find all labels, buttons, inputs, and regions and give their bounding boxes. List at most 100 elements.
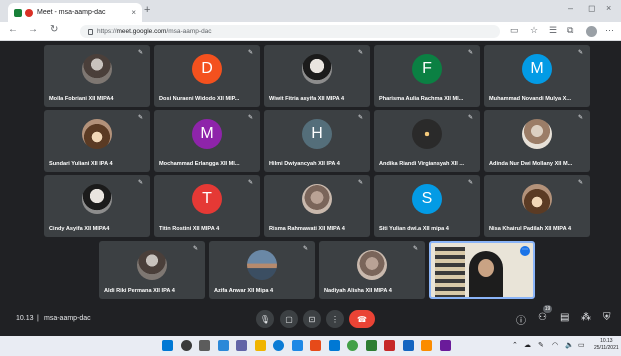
file-explorer-icon[interactable] [255,340,266,351]
participant-photo [357,250,387,280]
powerpoint-icon[interactable] [384,340,395,351]
widgets-icon[interactable] [218,340,229,351]
participant-avatar: M [522,54,552,84]
mic-muted-icon: ✎ [192,246,199,252]
participant-tile[interactable]: S ✎ Siti Yulian dwi.a XII mipa 4 [374,175,480,237]
end-call-button[interactable]: ☎ [349,310,375,328]
forward-arrow-icon[interactable]: → [28,24,38,35]
lock-icon [88,28,93,35]
participant-photo [302,54,332,84]
participant-photo [522,119,552,149]
mic-muted-icon: ✎ [357,50,364,56]
bookshelf-background [435,247,465,297]
participant-tile[interactable]: ✎ Azifa Anwar XII Mipa 4 [209,241,315,299]
onedrive-icon[interactable]: ☁ [524,341,531,349]
present-screen-button[interactable]: ⊡ [303,310,321,328]
clock-time: 10.13 [600,338,613,344]
chat-icon[interactable]: ▤ [560,312,569,323]
participant-tile[interactable]: H ✎ Hilmi Dwiyancyah XII IPA 4 [264,110,370,172]
app-icon[interactable] [421,340,432,351]
mic-muted-icon: ✎ [467,115,474,121]
participant-tile[interactable]: M ✎ Mochammad Erlangga XII MI... [154,110,260,172]
search-icon[interactable] [181,340,192,351]
task-view-icon[interactable] [199,340,210,351]
system-clock[interactable]: 10.13 25/11/2021 [594,338,619,352]
participant-name: Hilmi Dwiyancyah XII IPA 4 [269,161,340,167]
participant-tile[interactable]: M ✎ Muhammad Novandi Mulya X... [484,45,590,107]
camera-button[interactable]: ▢ [280,310,298,328]
participant-tile[interactable]: ✎ Andika Riandi Virgiansyah XII ... [374,110,480,172]
tab-close-icon[interactable]: × [131,8,136,17]
more-options-icon[interactable]: ⋯ [520,246,530,256]
battery-icon[interactable]: ▭ [578,341,585,349]
host-controls-icon[interactable]: ⛨ [603,312,611,323]
participant-tile[interactable]: ✎ Nadiyah Alisha XII MIPA 4 [319,241,425,299]
meeting-controls-bar: 10.13 | msa-aamp-dac 🎙 ▢ ⊡ ⋮ ☎ ⓘ 19 ⚇ ▤ … [0,303,621,336]
browser-toolbar: ← → ↻ https:// meet.google.com /msa-aamp… [0,22,621,41]
participant-name: Sundari Yuliani XII IPA 4 [49,161,113,167]
mic-muted-icon: ✎ [577,180,584,186]
participant-name: Azifa Anwar XII Mipa 4 [214,288,274,294]
more-menu-icon[interactable]: ⋯ [605,25,614,36]
wifi-icon[interactable]: ◠ [552,341,558,349]
activities-icon[interactable]: ⁂ [581,312,591,323]
participant-tile[interactable]: ✎ Risma Rahmawati XII MIPA 4 [264,175,370,237]
minimize-button[interactable]: – [568,3,573,13]
app-icon-2[interactable] [440,340,451,351]
pen-icon[interactable]: ✎ [538,341,544,349]
people-icon[interactable]: ⚇ [538,312,547,323]
mic-muted-icon: ✎ [467,50,474,56]
participant-name: Cindy Asyifa XII MIPA4 [49,226,110,232]
self-view-tile[interactable]: ⋯ [429,241,535,299]
participant-tile[interactable]: ✎ Molla Fobriani XII MIPA4 [44,45,150,107]
excel-icon[interactable] [366,340,377,351]
back-arrow-icon[interactable]: ← [8,24,18,35]
participant-tile[interactable]: ✎ Cindy Asyifa XII MIPA4 [44,175,150,237]
participant-name: Adinda Nur Dwi Mollany XII M... [489,161,573,167]
tray-chevron-icon[interactable]: ⌃ [512,341,518,349]
word-icon[interactable] [403,340,414,351]
extensions-icon[interactable]: ⧉ [567,25,573,36]
screen: Meet - msa-aamp-dac × + – ◻ × ← → ↻ http… [0,0,621,356]
participant-tile[interactable]: ✎ Wiwit Fitria asyifa XII MIPA 4 [264,45,370,107]
microphone-button[interactable]: 🎙 [256,310,274,328]
browser-tab-meet[interactable]: Meet - msa-aamp-dac × [8,3,142,22]
participant-tile[interactable]: ✎ Aldi Riki Permana XII IPA 4 [99,241,205,299]
windows-taskbar: ⌃ ☁ ✎ ◠ 🔈 ▭ 10.13 25/11/2021 [0,336,621,356]
mail-icon[interactable] [329,340,340,351]
volume-icon[interactable]: 🔈 [565,341,574,349]
mic-muted-icon: ✎ [357,180,364,186]
collections-icon[interactable]: ☰ [549,25,557,36]
participant-photo [82,184,112,214]
store-icon[interactable] [292,340,303,351]
participant-tile[interactable]: ✎ Nisa Khairul Padilah XII MIPA 4 [484,175,590,237]
office-icon[interactable] [310,340,321,351]
start-icon[interactable] [162,340,173,351]
more-options-button[interactable]: ⋮ [326,310,344,328]
participant-tile[interactable]: T ✎ Titin Rostini XII MIPA 4 [154,175,260,237]
meeting-code: msa-aamp-dac [44,315,91,322]
mic-muted-icon: ✎ [467,180,474,186]
edge-icon[interactable] [273,340,284,351]
mic-muted-icon: ✎ [137,180,144,186]
chrome-icon[interactable] [347,340,358,351]
participant-avatar: D [192,54,222,84]
teams-icon[interactable] [236,340,247,351]
camera-permission-icon[interactable]: ▭ [510,25,519,36]
bookmark-star-icon[interactable]: ☆ [530,25,538,36]
profile-avatar[interactable] [586,26,597,37]
participant-tile[interactable]: ✎ Sundari Yuliani XII IPA 4 [44,110,150,172]
address-bar[interactable]: https:// meet.google.com /msa-aamp-dac [80,25,500,38]
participant-tile[interactable]: D ✎ Dosi Nuraeni Widodo XII MIP... [154,45,260,107]
maximize-button[interactable]: ◻ [588,3,595,14]
reload-icon[interactable]: ↻ [50,24,58,35]
participant-tile[interactable]: ✎ Adinda Nur Dwi Mollany XII M... [484,110,590,172]
participant-photo [247,250,277,280]
recording-dot-icon [25,8,33,17]
close-window-button[interactable]: × [606,3,611,13]
participant-tile[interactable]: F ✎ Pharisma Aulia Rachma XII MI... [374,45,480,107]
mic-muted-icon: ✎ [247,115,254,121]
new-tab-button[interactable]: + [144,4,150,16]
participant-avatar: T [192,184,222,214]
meeting-details-icon[interactable]: ⓘ [516,312,526,327]
